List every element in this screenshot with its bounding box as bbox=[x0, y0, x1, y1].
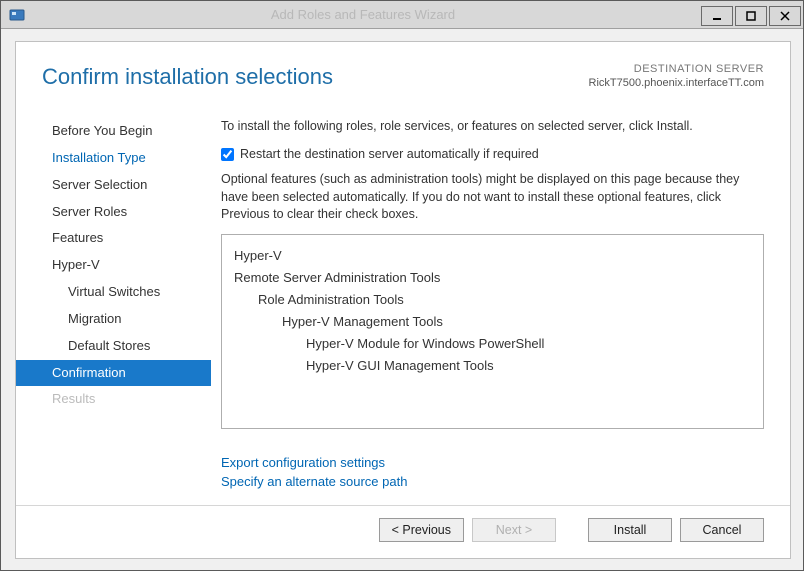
close-button[interactable] bbox=[769, 6, 801, 26]
restart-checkbox-label: Restart the destination server automatic… bbox=[240, 146, 539, 164]
nav-confirmation[interactable]: Confirmation bbox=[16, 360, 211, 387]
instruction-text: To install the following roles, role ser… bbox=[221, 118, 764, 136]
nav-default-stores[interactable]: Default Stores bbox=[16, 333, 211, 360]
alternate-source-link[interactable]: Specify an alternate source path bbox=[221, 472, 764, 492]
separator bbox=[16, 505, 790, 506]
button-row: < Previous Next > Install Cancel bbox=[379, 518, 764, 542]
nav-installation-type[interactable]: Installation Type bbox=[16, 145, 211, 172]
nav-hyper-v[interactable]: Hyper-V bbox=[16, 252, 211, 279]
title-bar: Add Roles and Features Wizard bbox=[1, 1, 803, 29]
wizard-nav: Before You Begin Installation Type Serve… bbox=[16, 114, 211, 494]
feature-item: Remote Server Administration Tools bbox=[234, 267, 751, 289]
destination-server: RickT7500.phoenix.interfaceTT.com bbox=[589, 76, 764, 90]
restart-checkbox-row[interactable]: Restart the destination server automatic… bbox=[221, 146, 764, 164]
feature-item: Hyper-V Module for Windows PowerShell bbox=[306, 333, 751, 355]
feature-item: Hyper-V bbox=[234, 245, 751, 267]
content-pane: To install the following roles, role ser… bbox=[211, 114, 790, 494]
feature-item: Hyper-V GUI Management Tools bbox=[306, 355, 751, 377]
wizard-window: Add Roles and Features Wizard Confirm in… bbox=[0, 0, 804, 571]
destination-label: DESTINATION SERVER bbox=[589, 62, 764, 76]
feature-item: Hyper-V Management Tools bbox=[282, 311, 751, 333]
dialog-body: Confirm installation selections DESTINAT… bbox=[15, 41, 791, 559]
nav-server-selection[interactable]: Server Selection bbox=[16, 172, 211, 199]
optional-note: Optional features (such as administratio… bbox=[221, 171, 764, 224]
previous-button[interactable]: < Previous bbox=[379, 518, 464, 542]
install-button[interactable]: Install bbox=[588, 518, 672, 542]
nav-virtual-switches[interactable]: Virtual Switches bbox=[16, 279, 211, 306]
next-button: Next > bbox=[472, 518, 556, 542]
feature-item: Role Administration Tools bbox=[258, 289, 751, 311]
nav-features[interactable]: Features bbox=[16, 225, 211, 252]
app-icon bbox=[9, 7, 25, 23]
restart-checkbox[interactable] bbox=[221, 148, 234, 161]
nav-server-roles[interactable]: Server Roles bbox=[16, 199, 211, 226]
window-title: Add Roles and Features Wizard bbox=[25, 7, 701, 22]
feature-list: Hyper-V Remote Server Administration Too… bbox=[221, 234, 764, 429]
maximize-button[interactable] bbox=[735, 6, 767, 26]
minimize-button[interactable] bbox=[701, 6, 733, 26]
destination-block: DESTINATION SERVER RickT7500.phoenix.int… bbox=[589, 62, 764, 91]
nav-results: Results bbox=[16, 386, 211, 413]
nav-before-you-begin[interactable]: Before You Begin bbox=[16, 118, 211, 145]
cancel-button[interactable]: Cancel bbox=[680, 518, 764, 542]
export-config-link[interactable]: Export configuration settings bbox=[221, 453, 764, 473]
nav-migration[interactable]: Migration bbox=[16, 306, 211, 333]
